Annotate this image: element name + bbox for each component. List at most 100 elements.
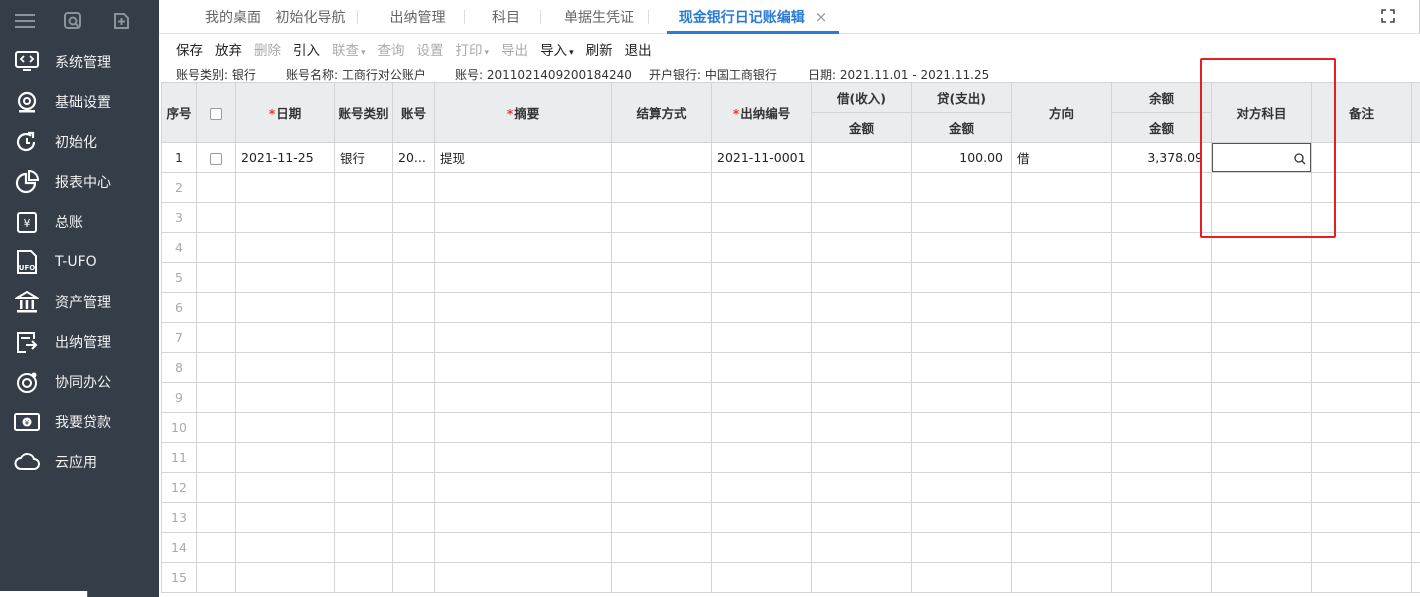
cell-settlement[interactable] [611,142,712,173]
save-button[interactable]: 保存 [176,39,203,59]
fullscreen-icon[interactable] [1380,8,1396,24]
empty-cell[interactable] [1111,472,1212,503]
print-button[interactable]: 打印 ▾ [456,39,490,59]
discard-button[interactable]: 放弃 [215,39,242,59]
empty-cell[interactable] [334,172,393,203]
empty-cell[interactable] [1111,382,1212,413]
cell-counter-subject[interactable] [1211,142,1312,173]
empty-cell[interactable] [811,412,912,443]
empty-cell[interactable] [196,202,236,233]
empty-cell[interactable] [1211,532,1312,563]
table-row[interactable]: 10 [161,412,1420,443]
table-row[interactable]: 12 [161,472,1420,503]
empty-cell[interactable] [1311,562,1412,593]
linked-query-button[interactable]: 联查 ▾ [332,39,366,59]
empty-cell[interactable] [711,502,812,533]
empty-cell[interactable] [1111,532,1212,563]
empty-cell[interactable] [1211,412,1312,443]
header-settlement[interactable]: 结算方式 [611,82,712,143]
empty-cell[interactable] [1011,262,1112,293]
empty-cell[interactable] [334,532,393,563]
empty-cell[interactable] [334,292,393,323]
cell-summary[interactable]: 提现 [434,142,612,173]
empty-cell[interactable] [1211,442,1312,473]
empty-cell[interactable] [911,172,1012,203]
empty-cell[interactable] [1011,322,1112,353]
empty-cell[interactable] [434,562,612,593]
header-summary[interactable]: *摘要 [434,82,612,143]
import-reference-button[interactable]: 引入 [293,39,320,59]
empty-cell[interactable] [911,232,1012,263]
empty-cell[interactable] [811,292,912,323]
empty-cell[interactable] [1211,562,1312,593]
export-button[interactable]: 导出 [501,39,528,59]
empty-cell[interactable] [334,262,393,293]
empty-cell[interactable] [392,262,435,293]
empty-cell[interactable] [235,502,335,533]
query-button[interactable]: 查询 [378,39,405,59]
empty-cell[interactable] [911,262,1012,293]
empty-cell[interactable] [811,232,912,263]
empty-cell[interactable] [1111,412,1212,443]
header-debit-amount[interactable]: 金额 [811,112,912,143]
empty-cell[interactable] [334,352,393,383]
table-row[interactable]: 3 [161,202,1420,233]
empty-cell[interactable] [1111,502,1212,533]
empty-cell[interactable] [611,502,712,533]
empty-cell[interactable] [611,172,712,203]
empty-cell[interactable] [1211,262,1312,293]
tab-subjects[interactable]: 科目 [471,0,541,34]
empty-cell[interactable] [235,352,335,383]
sidebar-item-system-management[interactable]: 系统管理 [0,42,159,82]
tab-voucher-gen[interactable]: 单据生凭证 [549,0,649,34]
empty-cell[interactable] [611,232,712,263]
empty-cell[interactable] [235,412,335,443]
empty-cell[interactable] [1011,352,1112,383]
empty-cell[interactable] [196,322,236,353]
empty-cell[interactable] [811,532,912,563]
empty-cell[interactable] [611,562,712,593]
empty-cell[interactable] [434,532,612,563]
empty-cell[interactable] [911,562,1012,593]
empty-cell[interactable] [1211,472,1312,503]
empty-cell[interactable] [392,382,435,413]
empty-cell[interactable] [911,292,1012,323]
empty-cell[interactable] [711,292,812,323]
empty-cell[interactable] [196,262,236,293]
empty-cell[interactable] [235,292,335,323]
empty-cell[interactable] [334,472,393,503]
cell-cash-no[interactable]: 2021-11-0001 [711,142,812,173]
empty-cell[interactable] [811,442,912,473]
counter-subject-input[interactable] [1212,143,1311,172]
empty-cell[interactable] [196,412,236,443]
empty-cell[interactable] [392,352,435,383]
header-date[interactable]: *日期 [235,82,335,143]
empty-cell[interactable] [235,172,335,203]
sidebar-item-loan[interactable]: ¥ 我要贷款 [0,402,159,442]
cell-remark[interactable] [1311,142,1412,173]
empty-cell[interactable] [911,382,1012,413]
empty-cell[interactable] [1011,232,1112,263]
empty-cell[interactable] [811,562,912,593]
search-menu-icon[interactable] [62,10,84,32]
empty-cell[interactable] [235,472,335,503]
header-balance-amount[interactable]: 金额 [1111,112,1212,143]
empty-cell[interactable] [196,562,236,593]
empty-cell[interactable] [1211,382,1312,413]
empty-cell[interactable] [1311,232,1412,263]
empty-cell[interactable] [334,442,393,473]
empty-cell[interactable] [235,532,335,563]
empty-cell[interactable] [1211,322,1312,353]
empty-cell[interactable] [611,472,712,503]
empty-cell[interactable] [1311,202,1412,233]
empty-cell[interactable] [392,232,435,263]
empty-cell[interactable] [1311,262,1412,293]
empty-cell[interactable] [434,352,612,383]
empty-cell[interactable] [611,442,712,473]
empty-cell[interactable] [811,202,912,233]
empty-cell[interactable] [1211,172,1312,203]
empty-cell[interactable] [392,562,435,593]
empty-cell[interactable] [434,322,612,353]
sidebar-item-initialize[interactable]: 初始化 [0,122,159,162]
empty-cell[interactable] [1311,412,1412,443]
